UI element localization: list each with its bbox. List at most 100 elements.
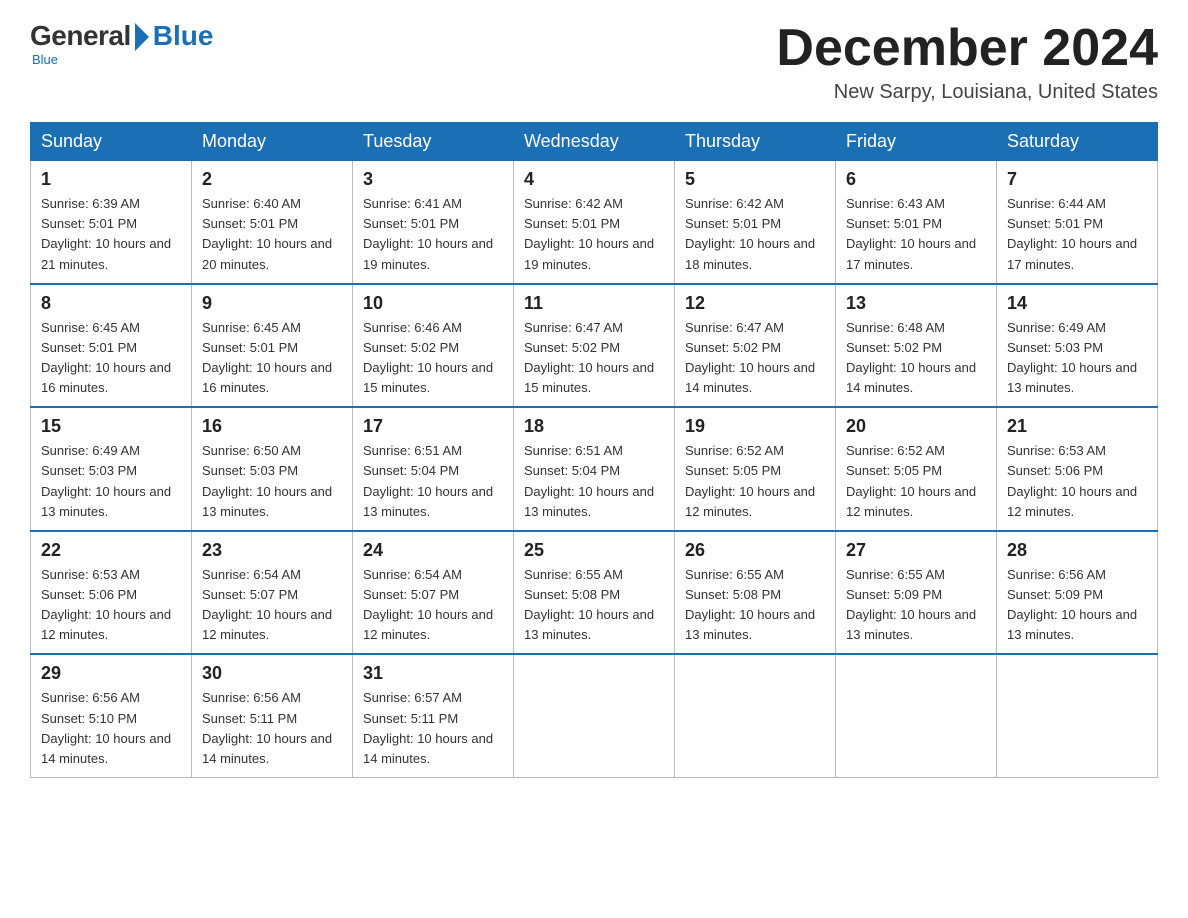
day-number: 17 [363, 416, 503, 437]
day-number: 13 [846, 293, 986, 314]
day-info: Sunrise: 6:51 AMSunset: 5:04 PMDaylight:… [363, 441, 503, 522]
day-info: Sunrise: 6:42 AMSunset: 5:01 PMDaylight:… [685, 194, 825, 275]
calendar-cell: 1Sunrise: 6:39 AMSunset: 5:01 PMDaylight… [31, 161, 192, 284]
day-info: Sunrise: 6:49 AMSunset: 5:03 PMDaylight:… [1007, 318, 1147, 399]
calendar-body: 1Sunrise: 6:39 AMSunset: 5:01 PMDaylight… [31, 161, 1158, 778]
day-of-week-header: Sunday [31, 123, 192, 161]
day-of-week-header: Thursday [675, 123, 836, 161]
day-number: 3 [363, 169, 503, 190]
day-info: Sunrise: 6:48 AMSunset: 5:02 PMDaylight:… [846, 318, 986, 399]
day-number: 21 [1007, 416, 1147, 437]
day-of-week-row: SundayMondayTuesdayWednesdayThursdayFrid… [31, 123, 1158, 161]
calendar-cell: 23 Sunrise: 6:54 AMSunset: 5:07 PMDayligh… [192, 531, 353, 655]
calendar-cell: 19 Sunrise: 6:52 AMSunset: 5:05 PMDayligh… [675, 407, 836, 531]
calendar-week-row: 15 Sunrise: 6:49 AMSunset: 5:03 PMDayligh… [31, 407, 1158, 531]
calendar-cell: 31 Sunrise: 6:57 AMSunset: 5:11 PMDayligh… [353, 654, 514, 777]
calendar-cell: 14 Sunrise: 6:49 AMSunset: 5:03 PMDayligh… [997, 284, 1158, 408]
day-number: 11 [524, 293, 664, 314]
calendar-cell: 15 Sunrise: 6:49 AMSunset: 5:03 PMDayligh… [31, 407, 192, 531]
calendar-week-row: 1Sunrise: 6:39 AMSunset: 5:01 PMDaylight… [31, 161, 1158, 284]
calendar-cell: 12 Sunrise: 6:47 AMSunset: 5:02 PMDayligh… [675, 284, 836, 408]
calendar-week-row: 22Sunrise: 6:53 AMSunset: 5:06 PMDayligh… [31, 531, 1158, 655]
day-number: 18 [524, 416, 664, 437]
day-of-week-header: Tuesday [353, 123, 514, 161]
calendar-cell: 17 Sunrise: 6:51 AMSunset: 5:04 PMDayligh… [353, 407, 514, 531]
day-of-week-header: Wednesday [514, 123, 675, 161]
calendar-cell: 4 Sunrise: 6:42 AMSunset: 5:01 PMDaylight… [514, 161, 675, 284]
day-info: Sunrise: 6:50 AMSunset: 5:03 PMDaylight:… [202, 441, 342, 522]
day-number: 25 [524, 540, 664, 561]
day-info: Sunrise: 6:47 AMSunset: 5:02 PMDaylight:… [524, 318, 664, 399]
day-number: 8 [41, 293, 181, 314]
day-info: Sunrise: 6:52 AMSunset: 5:05 PMDaylight:… [846, 441, 986, 522]
day-info: Sunrise: 6:51 AMSunset: 5:04 PMDaylight:… [524, 441, 664, 522]
calendar-cell: 26Sunrise: 6:55 AMSunset: 5:08 PMDayligh… [675, 531, 836, 655]
day-info: Sunrise: 6:49 AMSunset: 5:03 PMDaylight:… [41, 441, 181, 522]
day-info: Sunrise: 6:54 AMSunset: 5:07 PMDaylight:… [202, 565, 342, 646]
calendar-cell: 21Sunrise: 6:53 AMSunset: 5:06 PMDayligh… [997, 407, 1158, 531]
day-number: 19 [685, 416, 825, 437]
day-info: Sunrise: 6:52 AMSunset: 5:05 PMDaylight:… [685, 441, 825, 522]
location: New Sarpy, Louisiana, United States [776, 81, 1158, 104]
day-of-week-header: Friday [836, 123, 997, 161]
calendar-cell [514, 654, 675, 777]
calendar-cell: 29 Sunrise: 6:56 AMSunset: 5:10 PMDayligh… [31, 654, 192, 777]
day-info: Sunrise: 6:40 AMSunset: 5:01 PMDaylight:… [202, 194, 342, 275]
day-info: Sunrise: 6:56 AMSunset: 5:11 PMDaylight:… [202, 688, 342, 769]
day-of-week-header: Saturday [997, 123, 1158, 161]
day-number: 26 [685, 540, 825, 561]
calendar-cell [836, 654, 997, 777]
calendar-cell: 24 Sunrise: 6:54 AMSunset: 5:07 PMDayligh… [353, 531, 514, 655]
day-number: 31 [363, 663, 503, 684]
day-number: 20 [846, 416, 986, 437]
calendar-cell: 6 Sunrise: 6:43 AMSunset: 5:01 PMDaylight… [836, 161, 997, 284]
day-number: 29 [41, 663, 181, 684]
day-number: 14 [1007, 293, 1147, 314]
day-info: Sunrise: 6:55 AMSunset: 5:08 PMDaylight:… [524, 565, 664, 646]
day-info: Sunrise: 6:47 AMSunset: 5:02 PMDaylight:… [685, 318, 825, 399]
calendar-cell: 9 Sunrise: 6:45 AMSunset: 5:01 PMDaylight… [192, 284, 353, 408]
calendar-cell [675, 654, 836, 777]
day-info: Sunrise: 6:45 AMSunset: 5:01 PMDaylight:… [202, 318, 342, 399]
logo: General Blue Blue [30, 20, 213, 67]
day-number: 22 [41, 540, 181, 561]
calendar-cell: 7Sunrise: 6:44 AMSunset: 5:01 PMDaylight… [997, 161, 1158, 284]
calendar-cell [997, 654, 1158, 777]
day-number: 7 [1007, 169, 1147, 190]
day-info: Sunrise: 6:54 AMSunset: 5:07 PMDaylight:… [363, 565, 503, 646]
day-number: 2 [202, 169, 342, 190]
day-number: 9 [202, 293, 342, 314]
day-number: 28 [1007, 540, 1147, 561]
day-info: Sunrise: 6:43 AMSunset: 5:01 PMDaylight:… [846, 194, 986, 275]
day-number: 10 [363, 293, 503, 314]
calendar-cell: 16Sunrise: 6:50 AMSunset: 5:03 PMDayligh… [192, 407, 353, 531]
calendar-cell: 30 Sunrise: 6:56 AMSunset: 5:11 PMDayligh… [192, 654, 353, 777]
title-block: December 2024 New Sarpy, Louisiana, Unit… [776, 20, 1158, 104]
day-number: 24 [363, 540, 503, 561]
day-info: Sunrise: 6:39 AMSunset: 5:01 PMDaylight:… [41, 194, 181, 275]
calendar-week-row: 29 Sunrise: 6:56 AMSunset: 5:10 PMDayligh… [31, 654, 1158, 777]
calendar-cell: 10 Sunrise: 6:46 AMSunset: 5:02 PMDayligh… [353, 284, 514, 408]
day-of-week-header: Monday [192, 123, 353, 161]
day-info: Sunrise: 6:45 AMSunset: 5:01 PMDaylight:… [41, 318, 181, 399]
day-info: Sunrise: 6:42 AMSunset: 5:01 PMDaylight:… [524, 194, 664, 275]
day-number: 6 [846, 169, 986, 190]
day-info: Sunrise: 6:46 AMSunset: 5:02 PMDaylight:… [363, 318, 503, 399]
day-info: Sunrise: 6:57 AMSunset: 5:11 PMDaylight:… [363, 688, 503, 769]
logo-blue-text: Blue [153, 20, 214, 52]
day-info: Sunrise: 6:56 AMSunset: 5:10 PMDaylight:… [41, 688, 181, 769]
calendar-cell: 3Sunrise: 6:41 AMSunset: 5:01 PMDaylight… [353, 161, 514, 284]
calendar-cell: 18 Sunrise: 6:51 AMSunset: 5:04 PMDayligh… [514, 407, 675, 531]
day-number: 23 [202, 540, 342, 561]
day-number: 4 [524, 169, 664, 190]
day-number: 15 [41, 416, 181, 437]
day-number: 12 [685, 293, 825, 314]
calendar-cell: 27Sunrise: 6:55 AMSunset: 5:09 PMDayligh… [836, 531, 997, 655]
calendar-cell: 5Sunrise: 6:42 AMSunset: 5:01 PMDaylight… [675, 161, 836, 284]
day-number: 30 [202, 663, 342, 684]
calendar-table: SundayMondayTuesdayWednesdayThursdayFrid… [30, 122, 1158, 778]
logo-triangle-icon [135, 23, 149, 51]
day-info: Sunrise: 6:55 AMSunset: 5:09 PMDaylight:… [846, 565, 986, 646]
logo-subtitle: Blue [32, 52, 58, 67]
calendar-cell: 28Sunrise: 6:56 AMSunset: 5:09 PMDayligh… [997, 531, 1158, 655]
